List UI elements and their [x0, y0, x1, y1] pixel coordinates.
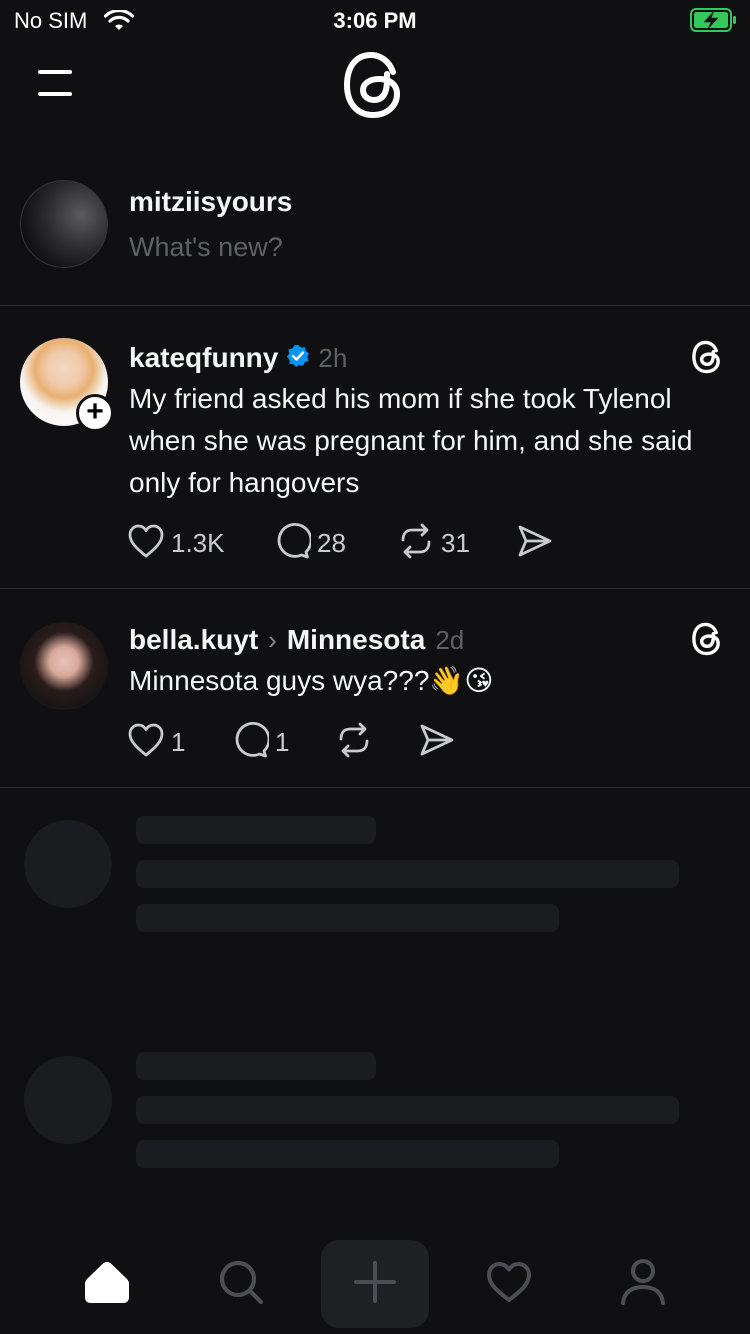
divider [0, 588, 750, 589]
search-icon [217, 1258, 265, 1311]
post-time: 2d [435, 624, 465, 655]
status-bar: No SIM 3:06 PM [0, 0, 750, 40]
repost-button[interactable] [335, 722, 373, 762]
post-time: 2h [318, 342, 348, 373]
clock: 3:06 PM [333, 8, 417, 33]
skeleton-line [136, 816, 376, 844]
composer[interactable]: mitziisyours What's new? [0, 180, 750, 270]
post-actions: 1.3K 28 31 [127, 522, 567, 565]
battery-icon [690, 8, 738, 37]
skeleton-line [136, 904, 559, 932]
tab-activity[interactable] [455, 1240, 563, 1328]
activity-icon [485, 1260, 533, 1309]
like-button[interactable]: 1.3K [127, 523, 225, 563]
post-username[interactable]: kateqfunny [129, 342, 278, 374]
follow-plus-icon[interactable]: + [76, 394, 114, 432]
avatar[interactable] [20, 180, 108, 268]
divider [0, 305, 750, 306]
reply-count: 28 [317, 527, 346, 558]
share-button[interactable] [419, 722, 455, 762]
repost-icon [397, 523, 435, 564]
composer-input[interactable]: What's new? [129, 232, 283, 263]
reply-count: 1 [275, 726, 290, 757]
like-count: 1.3K [171, 527, 225, 558]
heart-icon [127, 722, 165, 763]
chevron-right-icon: › [268, 624, 277, 655]
top-bar [0, 40, 750, 140]
comment-icon [231, 721, 271, 764]
send-icon [419, 723, 455, 762]
heart-icon [127, 523, 165, 564]
post-username[interactable]: bella.kuyt [129, 624, 258, 656]
verified-badge-icon [286, 344, 310, 373]
skeleton-avatar [24, 820, 112, 908]
send-icon [517, 524, 553, 563]
like-count: 1 [171, 726, 186, 757]
home-icon [83, 1259, 131, 1310]
reply-button[interactable]: 1 [231, 721, 290, 764]
share-button[interactable] [517, 523, 553, 563]
skeleton-avatar [24, 1056, 112, 1144]
post-topic[interactable]: Minnesota [287, 624, 425, 656]
like-button[interactable]: 1 [127, 722, 185, 762]
threads-icon[interactable] [690, 340, 724, 379]
threads-icon[interactable] [690, 622, 724, 661]
profile-icon [620, 1258, 666, 1311]
post-text: My friend asked his mom if she took Tyle… [129, 383, 693, 498]
skeleton-line [136, 1096, 679, 1124]
divider [0, 787, 750, 788]
repost-count: 31 [441, 527, 470, 558]
repost-icon [335, 722, 373, 763]
tab-search[interactable] [187, 1240, 295, 1328]
skeleton-line [136, 860, 679, 888]
post-actions: 1 1 [127, 721, 467, 764]
tab-home[interactable] [53, 1240, 161, 1328]
threads-logo-icon[interactable] [341, 50, 407, 120]
comment-icon [273, 522, 313, 565]
skeleton-line [136, 1140, 559, 1168]
menu-icon[interactable] [36, 68, 76, 98]
tab-bar [0, 1240, 750, 1334]
avatar[interactable] [20, 622, 108, 710]
skeleton-line [136, 1052, 376, 1080]
tab-profile[interactable] [589, 1240, 697, 1328]
tab-create[interactable] [321, 1240, 429, 1328]
post-text: Minnesota guys wya???👋😘 [129, 665, 494, 696]
reply-button[interactable]: 28 [273, 522, 346, 565]
create-icon [353, 1260, 397, 1309]
repost-button[interactable]: 31 [397, 523, 470, 563]
composer-username: mitziisyours [129, 186, 293, 217]
